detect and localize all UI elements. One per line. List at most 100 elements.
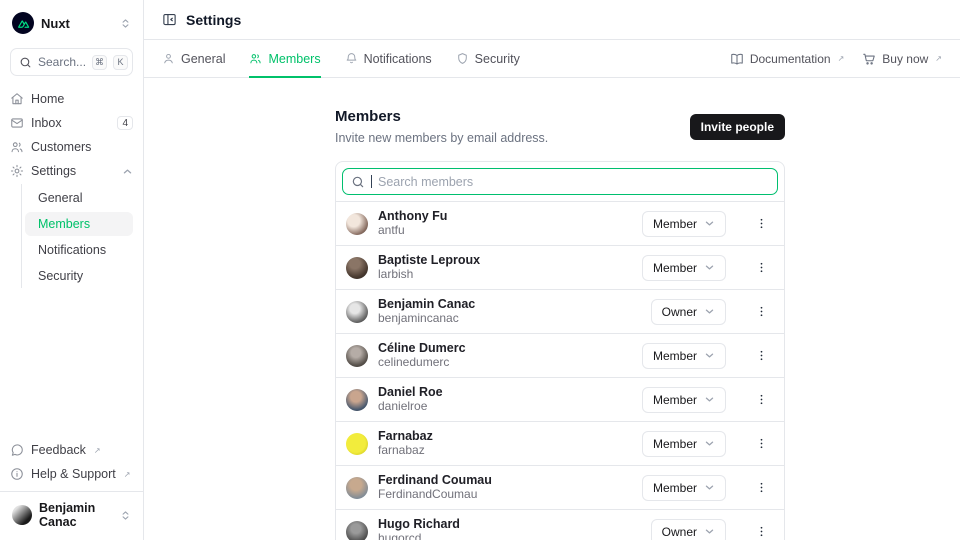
- role-select[interactable]: Member: [642, 387, 726, 413]
- sidebar-item-label: Customers: [31, 140, 91, 154]
- sidebar-collapse-icon[interactable]: [162, 12, 177, 27]
- avatar: [346, 257, 368, 279]
- role-select[interactable]: Owner: [651, 519, 726, 540]
- section-title: Members: [335, 108, 690, 125]
- tab-security[interactable]: Security: [456, 40, 520, 77]
- chevron-down-icon: [704, 526, 715, 537]
- role-select[interactable]: Member: [642, 431, 726, 457]
- sidebar-item-home[interactable]: Home: [10, 88, 133, 110]
- role-value: Owner: [662, 305, 697, 319]
- content-area: Members Invite new members by email addr…: [144, 78, 960, 540]
- row-menu-icon[interactable]: [753, 523, 770, 540]
- member-row: Benjamin Canac benjamincanac Owner: [336, 289, 784, 333]
- role-select[interactable]: Owner: [651, 299, 726, 325]
- role-value: Member: [653, 217, 697, 231]
- sidebar: Nuxt Search... ⌘ K: [0, 0, 144, 540]
- member-name: Hugo Richard: [378, 517, 641, 531]
- tab-general[interactable]: General: [162, 40, 225, 77]
- tab-members[interactable]: Members: [249, 40, 320, 77]
- role-select[interactable]: Member: [642, 211, 726, 237]
- row-menu-icon[interactable]: [753, 479, 770, 496]
- member-name: Céline Dumerc: [378, 341, 632, 355]
- sidebar-item-settings[interactable]: Settings: [10, 160, 133, 182]
- inbox-count-badge: 4: [117, 116, 133, 130]
- sidebar-item-notifications[interactable]: Notifications: [25, 238, 133, 262]
- user-icon: [162, 52, 175, 65]
- row-menu-icon[interactable]: [753, 303, 770, 320]
- main-panel: Settings General: [144, 0, 960, 540]
- nuxt-logo: [12, 12, 34, 34]
- member-row: Céline Dumerc celinedumerc Member: [336, 333, 784, 377]
- member-row: Daniel Roe danielroe Member: [336, 377, 784, 421]
- row-menu-icon[interactable]: [753, 347, 770, 364]
- chevron-down-icon: [704, 218, 715, 229]
- workspace-switcher[interactable]: Nuxt: [0, 10, 143, 44]
- toplink-label: Buy now: [882, 52, 928, 66]
- chevron-down-icon: [704, 482, 715, 493]
- member-name: Ferdinand Coumau: [378, 473, 632, 487]
- kbd-k: K: [113, 55, 128, 70]
- documentation-link[interactable]: Documentation ↗: [730, 52, 844, 66]
- role-value: Member: [653, 349, 697, 363]
- member-username: hugorcd: [378, 532, 641, 540]
- role-value: Owner: [662, 525, 697, 539]
- sidebar-item-label: Home: [31, 92, 64, 106]
- member-name: Baptiste Leproux: [378, 253, 632, 267]
- sidebar-item-inbox[interactable]: Inbox 4: [10, 112, 133, 134]
- role-select[interactable]: Member: [642, 255, 726, 281]
- users-icon: [249, 52, 262, 65]
- section-description: Invite new members by email address.: [335, 131, 690, 145]
- sidebar-item-members[interactable]: Members: [25, 212, 133, 236]
- buy-now-link[interactable]: Buy now ↗: [862, 52, 942, 66]
- invite-people-button[interactable]: Invite people: [690, 114, 785, 140]
- chevron-down-icon: [704, 262, 715, 273]
- external-link-icon: ↗: [838, 54, 845, 63]
- cart-icon: [862, 52, 876, 66]
- shield-icon: [456, 52, 469, 65]
- user-menu[interactable]: Benjamin Canac: [0, 491, 143, 540]
- home-icon: [10, 92, 24, 106]
- chevron-up-icon: [122, 166, 133, 177]
- chevron-up-down-icon: [120, 18, 131, 29]
- row-menu-icon[interactable]: [753, 259, 770, 276]
- tab-notifications[interactable]: Notifications: [345, 40, 432, 77]
- role-select[interactable]: Member: [642, 475, 726, 501]
- member-row: Hugo Richard hugorcd Owner: [336, 509, 784, 540]
- subnav-label: Notifications: [38, 243, 106, 257]
- member-row: Ferdinand Coumau FerdinandCoumau Member: [336, 465, 784, 509]
- search-icon: [351, 175, 365, 189]
- help-support-link[interactable]: Help & Support ↗: [10, 463, 133, 485]
- member-username: celinedumerc: [378, 356, 632, 370]
- member-row: Baptiste Leproux larbish Member: [336, 245, 784, 289]
- row-menu-icon[interactable]: [753, 215, 770, 232]
- chevron-up-down-icon: [120, 510, 131, 521]
- search-members-placeholder: Search members: [378, 175, 473, 189]
- member-name: Daniel Roe: [378, 385, 632, 399]
- bell-icon: [345, 52, 358, 65]
- external-link-icon: ↗: [94, 446, 101, 455]
- row-menu-icon[interactable]: [753, 391, 770, 408]
- feedback-link[interactable]: Feedback ↗: [10, 439, 133, 461]
- member-name: Benjamin Canac: [378, 297, 641, 311]
- sidebar-item-security[interactable]: Security: [25, 264, 133, 288]
- members-card: Search members Anthony Fu antfu Member: [335, 161, 785, 540]
- avatar: [346, 477, 368, 499]
- sidebar-item-general[interactable]: General: [25, 186, 133, 210]
- external-link-icon: ↗: [935, 54, 942, 63]
- sidebar-search-placeholder: Search...: [38, 55, 86, 69]
- role-select[interactable]: Member: [642, 343, 726, 369]
- chat-bubble-icon: [10, 443, 24, 457]
- sidebar-item-customers[interactable]: Customers: [10, 136, 133, 158]
- avatar: [346, 521, 368, 540]
- chevron-down-icon: [704, 306, 715, 317]
- sidebar-item-label: Settings: [31, 164, 76, 178]
- sidebar-search-input[interactable]: Search... ⌘ K: [10, 48, 133, 76]
- member-username: antfu: [378, 224, 632, 238]
- tab-label: Notifications: [364, 52, 432, 66]
- member-row: Farnabaz farnabaz Member: [336, 421, 784, 465]
- search-members-input[interactable]: Search members: [342, 168, 778, 195]
- workspace-name: Nuxt: [41, 16, 113, 31]
- row-menu-icon[interactable]: [753, 435, 770, 452]
- avatar: [346, 433, 368, 455]
- role-value: Member: [653, 261, 697, 275]
